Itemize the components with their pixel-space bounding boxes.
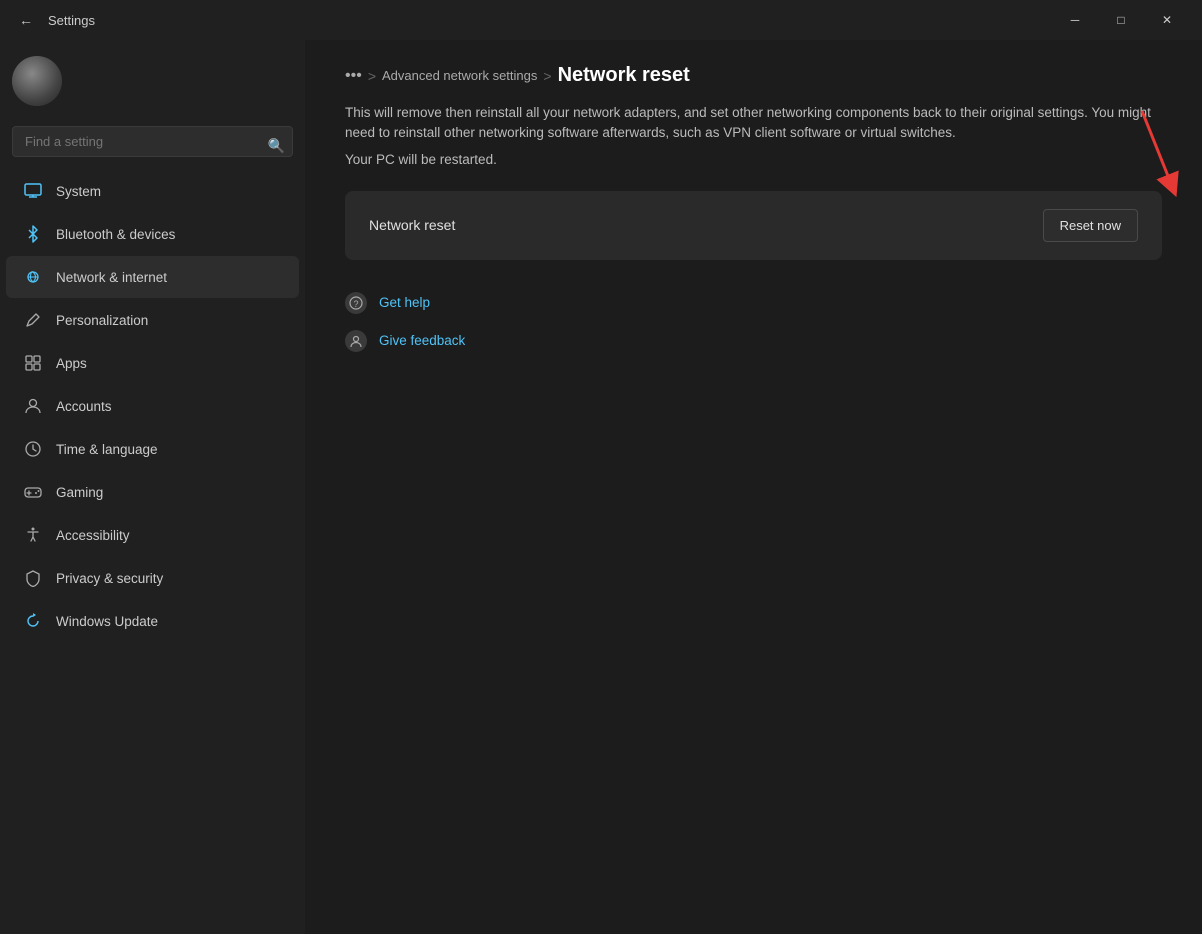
- gaming-icon: [22, 481, 44, 503]
- sidebar-item-privacy-label: Privacy & security: [56, 571, 163, 586]
- sidebar-item-gaming-label: Gaming: [56, 485, 103, 500]
- close-icon: ✕: [1162, 13, 1172, 27]
- accessibility-icon: [22, 524, 44, 546]
- back-button[interactable]: ←: [12, 6, 40, 34]
- minimize-icon: ─: [1071, 13, 1080, 27]
- sidebar-item-apps[interactable]: Apps: [6, 342, 299, 384]
- back-icon: ←: [19, 12, 33, 28]
- breadcrumb-dots[interactable]: •••: [345, 67, 362, 85]
- nav-list: System Bluetooth & devices: [0, 169, 305, 643]
- sidebar-item-time[interactable]: Time & language: [6, 428, 299, 470]
- breadcrumb-sep1: >: [368, 68, 376, 84]
- sidebar-item-gaming[interactable]: Gaming: [6, 471, 299, 513]
- sidebar-item-privacy[interactable]: Privacy & security: [6, 557, 299, 599]
- apps-icon: [22, 352, 44, 374]
- sidebar-item-system-label: System: [56, 184, 101, 199]
- svg-text:?: ?: [353, 299, 358, 309]
- main-description: This will remove then reinstall all your…: [345, 103, 1162, 144]
- update-icon: [22, 610, 44, 632]
- sidebar-item-personalization-label: Personalization: [56, 313, 148, 328]
- sidebar-item-update[interactable]: Windows Update: [6, 600, 299, 642]
- reset-now-button[interactable]: Reset now: [1043, 209, 1138, 242]
- privacy-icon: [22, 567, 44, 589]
- sidebar-item-apps-label: Apps: [56, 356, 87, 371]
- accounts-icon: [22, 395, 44, 417]
- sidebar-item-accessibility-label: Accessibility: [56, 528, 130, 543]
- system-icon: [22, 180, 44, 202]
- breadcrumb-link[interactable]: Advanced network settings: [382, 68, 537, 83]
- close-button[interactable]: ✕: [1144, 4, 1190, 36]
- breadcrumb: ••• > Advanced network settings > Networ…: [345, 64, 1162, 87]
- maximize-button[interactable]: □: [1098, 4, 1144, 36]
- sidebar-item-bluetooth[interactable]: Bluetooth & devices: [6, 213, 299, 255]
- give-feedback-label: Give feedback: [379, 333, 465, 348]
- sidebar-item-system[interactable]: System: [6, 170, 299, 212]
- app-body: 🔍 System Blue: [0, 40, 1202, 934]
- sidebar-item-network-label: Network & internet: [56, 270, 167, 285]
- get-help-label: Get help: [379, 295, 430, 310]
- avatar: [12, 56, 62, 106]
- window-controls: ─ □ ✕: [1052, 4, 1190, 36]
- content-inner: ••• > Advanced network settings > Networ…: [345, 64, 1162, 360]
- get-help-icon: ?: [345, 292, 367, 314]
- network-icon: [22, 266, 44, 288]
- page-title: Network reset: [558, 64, 690, 87]
- sidebar-item-accounts-label: Accounts: [56, 399, 112, 414]
- give-feedback-link[interactable]: Give feedback: [345, 322, 1162, 360]
- sidebar-item-update-label: Windows Update: [56, 614, 158, 629]
- sidebar-item-personalization[interactable]: Personalization: [6, 299, 299, 341]
- network-reset-card: Network reset Reset now: [345, 191, 1162, 260]
- main-content: ••• > Advanced network settings > Networ…: [305, 40, 1202, 934]
- give-feedback-icon: [345, 330, 367, 352]
- sidebar-item-accounts[interactable]: Accounts: [6, 385, 299, 427]
- links-section: ? Get help Give feedback: [345, 284, 1162, 360]
- breadcrumb-sep2: >: [543, 68, 551, 84]
- card-label: Network reset: [369, 217, 455, 233]
- app-title: Settings: [48, 13, 1052, 28]
- search-input[interactable]: [12, 126, 293, 157]
- minimize-button[interactable]: ─: [1052, 4, 1098, 36]
- get-help-link[interactable]: ? Get help: [345, 284, 1162, 322]
- sidebar-item-network[interactable]: Network & internet: [6, 256, 299, 298]
- sidebar-item-bluetooth-label: Bluetooth & devices: [56, 227, 175, 242]
- time-icon: [22, 438, 44, 460]
- bluetooth-icon: [22, 223, 44, 245]
- sidebar-item-time-label: Time & language: [56, 442, 158, 457]
- sub-description: Your PC will be restarted.: [345, 152, 1162, 167]
- search-container: 🔍: [0, 122, 305, 169]
- titlebar: ← Settings ─ □ ✕: [0, 0, 1202, 40]
- personalization-icon: [22, 309, 44, 331]
- sidebar: 🔍 System Blue: [0, 40, 305, 934]
- search-icon[interactable]: 🔍: [268, 137, 285, 154]
- profile-area: [0, 40, 305, 122]
- sidebar-item-accessibility[interactable]: Accessibility: [6, 514, 299, 556]
- maximize-icon: □: [1117, 13, 1124, 27]
